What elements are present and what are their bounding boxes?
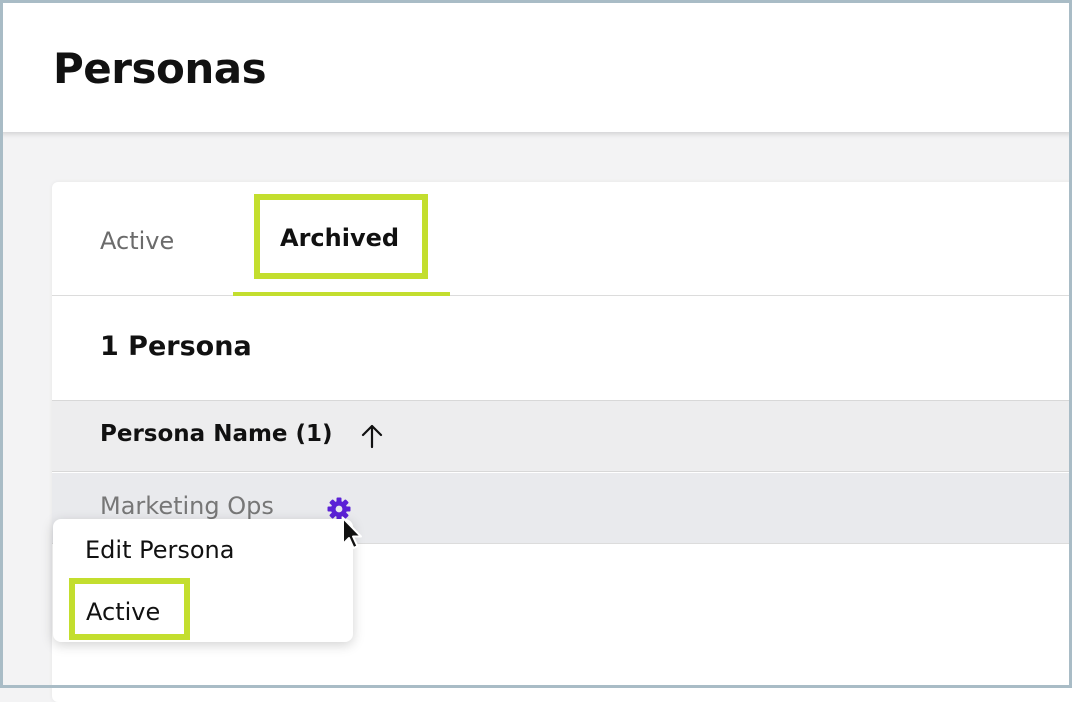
- table-header: Persona Name (1): [52, 400, 1072, 472]
- persona-count: 1 Persona: [100, 331, 252, 362]
- tab-archived[interactable]: Archived: [254, 194, 428, 279]
- arrow-up-icon[interactable]: [360, 423, 384, 449]
- column-header-persona-name[interactable]: Persona Name (1): [100, 421, 333, 447]
- menu-item-edit-persona[interactable]: Edit Persona: [85, 536, 234, 564]
- mouse-pointer-icon: [342, 517, 362, 549]
- menu-item-active[interactable]: Active: [69, 578, 190, 640]
- menu-item-active-label: Active: [86, 598, 161, 626]
- persona-name-cell: Marketing Ops: [100, 492, 274, 520]
- page-title: Personas: [53, 44, 267, 93]
- page-header: Personas: [0, 0, 1072, 132]
- tab-archived-label: Archived: [280, 224, 400, 252]
- tab-active[interactable]: Active: [100, 226, 174, 256]
- selected-tab-indicator: [233, 292, 450, 296]
- tab-bar: Active Archived: [52, 182, 1072, 296]
- row-context-menu: Edit Persona Active: [53, 519, 353, 642]
